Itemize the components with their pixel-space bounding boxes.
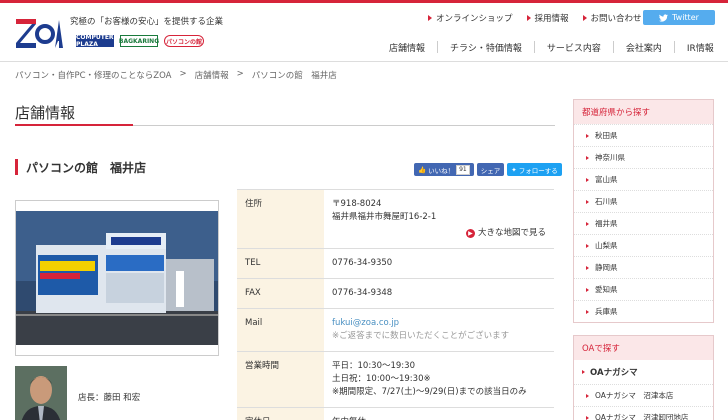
topnav-online-shop[interactable]: オンラインショップ	[428, 12, 513, 24]
fax-value: 0776-34-9348	[324, 278, 554, 309]
oa-sidebar: OAで探す OAナガシマ OAナガシマ 沼津本店 OAナガシマ 沼津卸団地店	[573, 335, 714, 420]
nav-company[interactable]: 会社案内	[612, 41, 674, 54]
social-buttons: 👍 いいね！ 91 シェア ✦ フォローする	[414, 163, 562, 176]
sidebar-item-shizuoka[interactable]: 静岡県	[574, 256, 713, 278]
arrow-icon	[586, 155, 589, 160]
arrow-icon	[582, 15, 587, 21]
sidebar-heading: OAで探す	[574, 336, 713, 360]
info-row-fax: FAX 0776-34-9348	[237, 278, 554, 309]
info-row-mail: Mail fukui@zoa.co.jp ※ご返答までに数日いただくことがござい…	[237, 308, 554, 352]
header-divider	[0, 61, 728, 62]
arrow-icon	[586, 221, 589, 226]
sidebar-item-ishikawa[interactable]: 石川県	[574, 190, 713, 212]
title-underline-accent	[15, 124, 133, 126]
topnav-recruit[interactable]: 採用情報	[526, 12, 569, 24]
tagline: 究極の「お客様の安心」を提供する企業	[70, 17, 224, 27]
breadcrumb-separator: >	[179, 69, 187, 79]
brand-logos: COMPUTER PLAZA BAGKARING パソコンの館	[76, 34, 204, 48]
info-value: 〒918-8024 福井県福井市舞屋町16-2-1 ▶ 大きな地図で見る	[324, 189, 554, 249]
arrow-icon	[586, 415, 589, 420]
nav-ir[interactable]: IR情報	[673, 41, 726, 54]
manager-photo	[15, 366, 67, 420]
facebook-share-button[interactable]: シェア	[476, 163, 505, 176]
arrow-circle-icon: ▶	[465, 229, 475, 238]
info-label: TEL	[237, 248, 324, 279]
twitter-button[interactable]: Twitter	[643, 10, 715, 25]
closed-value: 年中無休	[324, 407, 554, 420]
sidebar-subheading-oa-nagashima[interactable]: OAナガシマ	[574, 360, 713, 384]
info-row-tel: TEL 0776-34-9350	[237, 248, 554, 279]
page-title: 店舗情報	[15, 104, 76, 122]
twitter-follow-button[interactable]: ✦ フォローする	[507, 163, 562, 176]
brand-pasokon-no-yakata[interactable]: パソコンの館	[164, 35, 204, 47]
thumbs-up-icon: 👍	[418, 165, 427, 174]
breadcrumb-separator: >	[236, 69, 244, 79]
info-label: Mail	[237, 308, 324, 352]
info-value: 平日：10:30～19:30 土日祝：10:00～19:30※ ※期間限定、7/…	[324, 351, 554, 408]
prefecture-sidebar: 都道府県から探す 秋田県 神奈川県 富山県 石川県 福井県 山梨県 静岡県 愛知…	[573, 99, 714, 323]
arrow-icon	[586, 133, 589, 138]
sidebar-item-yamanashi[interactable]: 山梨県	[574, 234, 713, 256]
store-info-table: 住所 〒918-8024 福井県福井市舞屋町16-2-1 ▶ 大きな地図で見る T…	[237, 189, 554, 420]
map-link[interactable]: ▶ 大きな地図で見る	[332, 227, 546, 240]
hours-note: ※期間限定、7/27(土)～9/29(日)までの該当日のみ	[332, 387, 527, 397]
store-name: パソコンの館 福井店	[15, 159, 146, 175]
postal-code: 〒918-8024	[332, 199, 382, 209]
mail-note: ※ご返答までに数日いただくことがございます	[332, 331, 510, 341]
info-label: 定休日	[237, 407, 324, 420]
breadcrumb-home[interactable]: パソコン・自作PC・修理のことならZOA	[15, 69, 172, 81]
manager-name: 店長：藤田 和宏	[78, 393, 141, 403]
info-label: 住所	[237, 189, 324, 249]
brand-computer-plaza[interactable]: COMPUTER PLAZA	[76, 34, 114, 48]
arrow-icon	[586, 265, 589, 270]
info-row-hours: 営業時間 平日：10:30～19:30 土日祝：10:00～19:30※ ※期間…	[237, 351, 554, 408]
sidebar-item-akita[interactable]: 秋田県	[574, 124, 713, 146]
sidebar-item-hyogo[interactable]: 兵庫県	[574, 300, 713, 322]
sidebar-heading: 都道府県から探す	[574, 100, 713, 124]
breadcrumb-current: パソコンの館 福井店	[251, 71, 337, 81]
main-nav: 店舗情報 チラシ・特価情報 サービス内容 会社案内 IR情報	[389, 41, 726, 54]
arrow-icon	[586, 199, 589, 204]
sidebar-item-numazu-oroshidanchi[interactable]: OAナガシマ 沼津卸団地店	[574, 406, 713, 420]
brand-bagkaring[interactable]: BAGKARING	[119, 35, 159, 47]
arrow-icon	[428, 15, 432, 21]
topnav-contact[interactable]: お問い合わせ	[582, 12, 642, 24]
top-nav: オンラインショップ 採用情報 お問い合わせ	[428, 12, 642, 24]
info-row-closed: 定休日 年中無休	[237, 407, 554, 420]
facebook-like-button[interactable]: 👍 いいね！ 91	[414, 163, 474, 176]
info-label: 営業時間	[237, 351, 324, 408]
breadcrumb: パソコン・自作PC・修理のことならZOA > 店舗情報 > パソコンの館 福井店	[15, 69, 337, 81]
nav-flyers[interactable]: チラシ・特価情報	[437, 41, 534, 54]
hours-weekend: 土日祝：10:00～19:30※	[332, 374, 431, 384]
zoa-logo[interactable]	[14, 15, 64, 51]
sidebar-item-toyama[interactable]: 富山県	[574, 168, 713, 190]
breadcrumb-store-info[interactable]: 店舗情報	[195, 69, 229, 81]
arrow-icon	[586, 393, 589, 398]
hours-weekday: 平日：10:30～19:30	[332, 361, 415, 371]
nav-store-info[interactable]: 店舗情報	[389, 41, 437, 54]
sidebar-item-aichi[interactable]: 愛知県	[574, 278, 713, 300]
arrow-icon	[586, 309, 589, 314]
arrow-icon	[586, 243, 589, 248]
arrow-icon	[582, 370, 585, 374]
nav-services[interactable]: サービス内容	[533, 41, 613, 54]
arrow-icon	[586, 177, 589, 182]
like-count: 91	[456, 164, 470, 175]
arrow-icon	[526, 15, 531, 21]
info-row-address: 住所 〒918-8024 福井県福井市舞屋町16-2-1 ▶ 大きな地図で見る	[237, 189, 554, 249]
address: 福井県福井市舞屋町16-2-1	[332, 212, 437, 222]
sidebar-item-fukui[interactable]: 福井県	[574, 212, 713, 234]
sidebar-item-numazu-honten[interactable]: OAナガシマ 沼津本店	[574, 384, 713, 406]
arrow-icon	[586, 287, 589, 292]
twitter-bird-icon	[659, 13, 669, 22]
info-value: fukui@zoa.co.jp ※ご返答までに数日いただくことがございます	[324, 308, 554, 352]
twitter-bird-icon: ✦	[511, 165, 517, 174]
store-photo	[15, 200, 219, 356]
tel-value: 0776-34-9350	[324, 248, 554, 279]
sidebar-item-kanagawa[interactable]: 神奈川県	[574, 146, 713, 168]
mail-link[interactable]: fukui@zoa.co.jp	[332, 317, 546, 330]
info-label: FAX	[237, 278, 324, 309]
